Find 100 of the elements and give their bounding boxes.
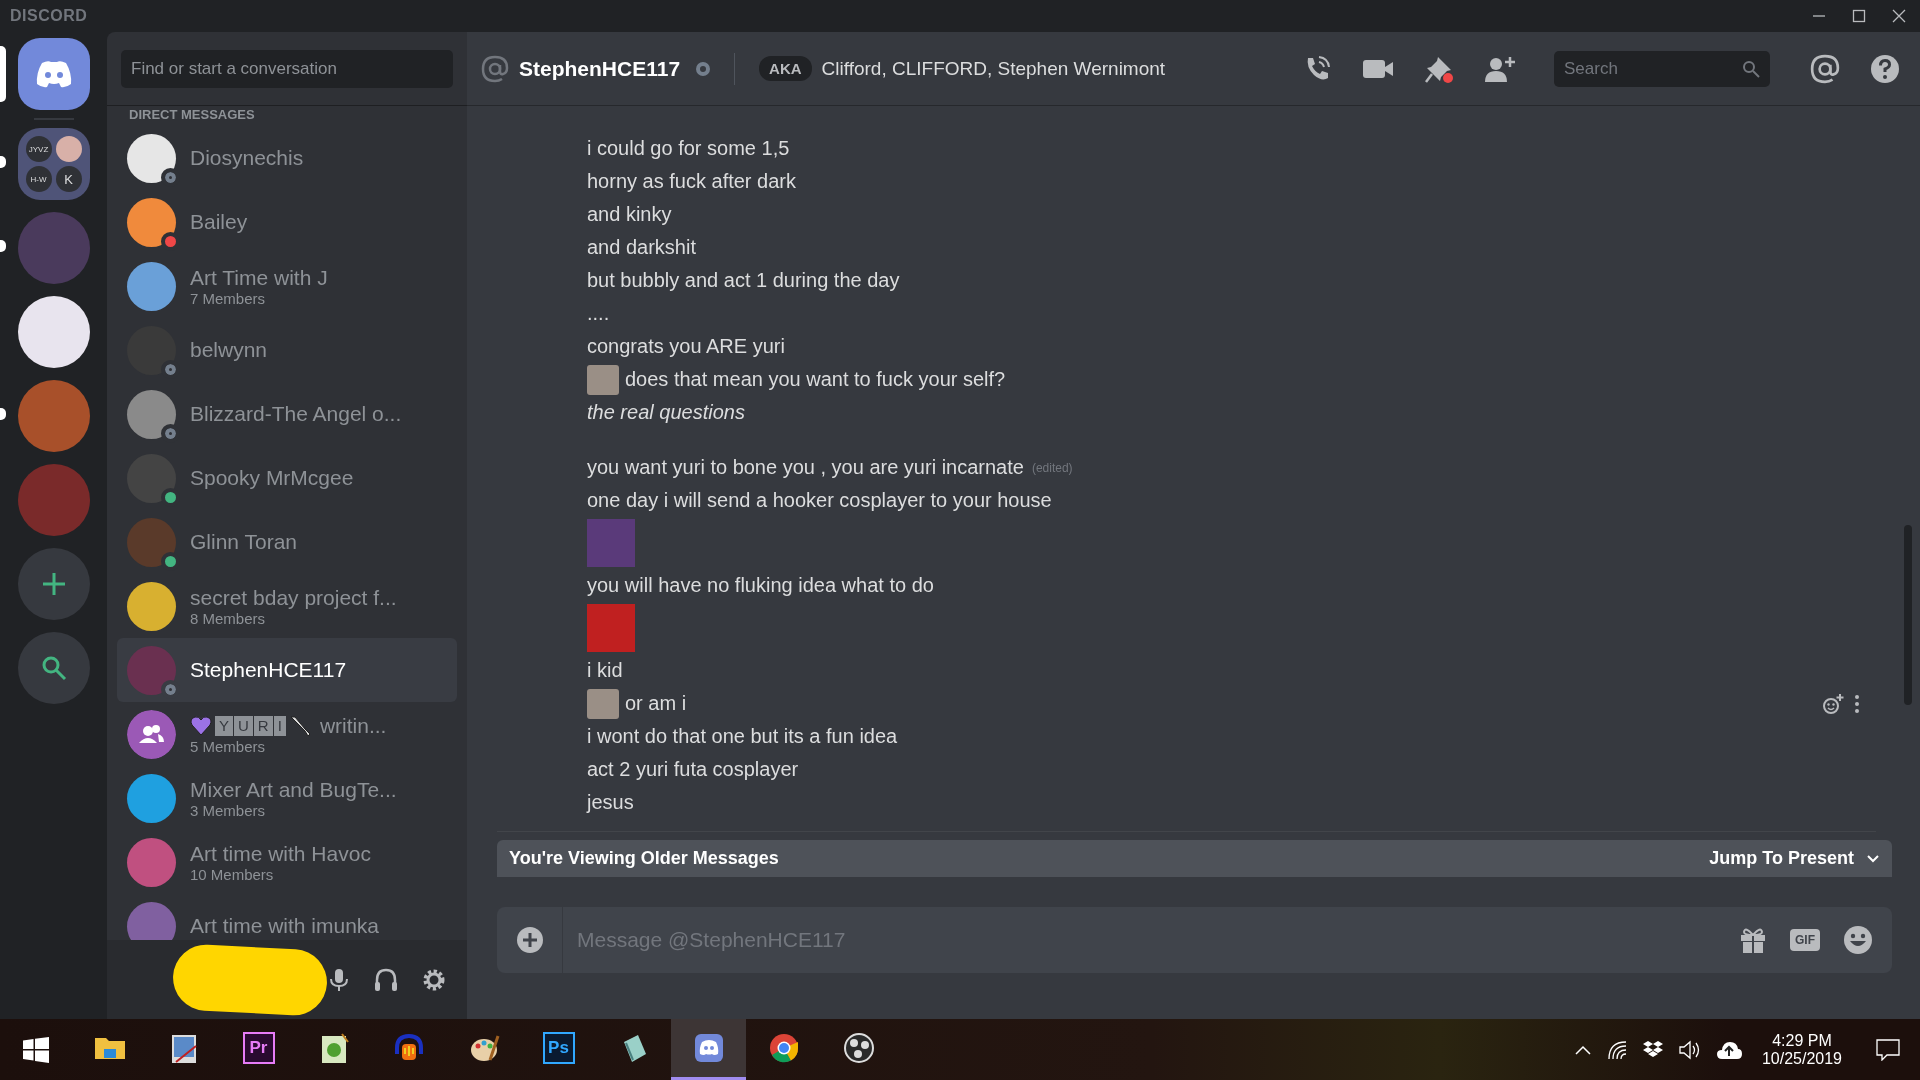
conversation-name: Glinn Toran (190, 530, 297, 554)
search-field[interactable]: Find or start a conversation (121, 49, 453, 88)
letter-tile: R (253, 715, 273, 736)
channel-title: StephenHCE117 (519, 56, 681, 81)
taskbar-app-button[interactable]: Pr (221, 1019, 296, 1080)
avatar-placeholder (127, 197, 176, 247)
message-text: congrats you ARE yuri (587, 335, 785, 358)
message-text: you will have no fluking idea what to do (587, 574, 934, 597)
app-badge: Pr (242, 1032, 275, 1064)
message-text: i wont do that one but its a fun idea (587, 725, 898, 748)
clock-date[interactable]: 10/25/2019 (1761, 1049, 1842, 1068)
avatar-placeholder (127, 453, 176, 503)
search-field[interactable]: Search (1554, 50, 1770, 87)
conversation-name: Art time with Havoc (190, 841, 371, 866)
notification-icon[interactable] (1876, 1038, 1900, 1061)
speaker-icon[interactable] (1677, 1038, 1702, 1061)
box-stack-icon[interactable] (1641, 1039, 1664, 1060)
more-options-icon[interactable] (1854, 693, 1860, 714)
conversation-item[interactable]: Diosynechis (117, 126, 457, 190)
avatar-placeholder (127, 837, 176, 887)
people-icon (127, 709, 176, 759)
message-text: the real questions (587, 401, 745, 424)
conversation-name: Spooky MrMcgee (190, 466, 354, 490)
conversation-name: Blizzard-The Angel o... (190, 402, 402, 426)
chrome-style-circle-icon (767, 1032, 800, 1064)
conversation-item[interactable]: secret bday project f... 8 Members (117, 574, 457, 638)
conversation-name: secret bday project f... (190, 585, 397, 610)
plus-circle-icon[interactable] (514, 925, 545, 955)
server-icon-placeholder (55, 136, 82, 162)
image-placeholder (587, 604, 635, 652)
clock-time[interactable]: 4:29 PM (1772, 1031, 1832, 1050)
conversation-item[interactable]: StephenHCE117 (117, 638, 457, 702)
message-text: one day i will send a hooker cosplayer to your house (587, 489, 1052, 512)
heart-icon (190, 715, 212, 736)
conversation-item[interactable]: Glinn Toran (117, 510, 457, 574)
wifi-icon[interactable] (1605, 1038, 1628, 1061)
avatar-placeholder (127, 645, 176, 695)
edited-label: (edited) (1031, 460, 1073, 475)
knife-icon (288, 714, 311, 737)
server-initials: JYVZ (25, 136, 52, 162)
cloud-upload-icon[interactable] (1715, 1039, 1742, 1060)
at-sign-icon[interactable] (1810, 53, 1840, 84)
avatar-placeholder (127, 133, 176, 183)
message-text: i kid (587, 659, 623, 682)
avatar-placeholder (127, 517, 176, 567)
conversation-item[interactable]: Art Time with J 7 Members (117, 254, 457, 318)
conversation-name: StephenHCE117 (190, 658, 347, 682)
message-text: .... (587, 302, 610, 325)
conversation-item[interactable]: Bailey (117, 190, 457, 254)
section-title: DIRECT MESSAGES (128, 107, 256, 124)
letter-tile: Y (215, 715, 233, 736)
message-text: act 2 yuri futa cosplayer (587, 758, 799, 781)
app-badge: Ps (542, 1032, 575, 1064)
letter-tile: U (234, 715, 253, 736)
conversation-name: Diosynechis (190, 146, 304, 170)
conversation-item[interactable]: Spooky MrMcgee (117, 446, 457, 510)
search-icon (1742, 59, 1760, 78)
message-text: and darkshit (587, 236, 696, 259)
controller-logo-icon (692, 1032, 725, 1064)
scrollbar-thumb[interactable] (1904, 525, 1912, 705)
close-icon[interactable] (1892, 9, 1906, 23)
avatar-placeholder (127, 325, 176, 375)
conversation-item[interactable]: belwynn (117, 318, 457, 382)
member-count: 10 Members (190, 865, 275, 883)
headphones-icon[interactable] (373, 966, 399, 993)
avatar-placeholder (127, 389, 176, 439)
message-text: jesus (587, 791, 634, 814)
member-count: 3 Members (190, 801, 267, 819)
help-icon[interactable] (1870, 53, 1900, 84)
gif-button[interactable]: GIF (1790, 929, 1820, 951)
windows-logo-icon[interactable] (23, 1036, 49, 1063)
message-text: horny as fuck after dark (587, 170, 796, 193)
taskbar-app-button[interactable]: Ps (521, 1019, 596, 1080)
maximize-icon[interactable] (1852, 9, 1866, 23)
conversation-item[interactable]: Blizzard-The Angel o... (117, 382, 457, 446)
conversation-item[interactable]: Mixer Art and BugTe... 3 Members (117, 766, 457, 830)
conversation-name: Art time with imunka (190, 914, 380, 938)
server-folder[interactable]: JYVZ H-W K (17, 128, 90, 200)
conversation-item[interactable]: Art time with Havoc 10 Members (117, 830, 457, 894)
older-messages-label: You're Viewing Older Messages (509, 848, 779, 869)
image-placeholder (587, 519, 635, 567)
taskbar-app-button[interactable] (671, 1019, 746, 1080)
conversation-item[interactable]: Y U R I writin... 5 Members (117, 702, 457, 766)
avatar-placeholder (127, 581, 176, 631)
member-count: 5 Members (190, 737, 267, 755)
chevron-down-icon (1866, 853, 1880, 864)
microphone-icon[interactable] (327, 966, 351, 993)
message-text: but bubbly and act 1 during the day (587, 269, 900, 292)
member-count: 7 Members (190, 289, 267, 307)
nickname-list: Clifford, CLIFFORD, Stephen Wernimont (821, 57, 1166, 80)
chevron-up-icon[interactable] (1573, 1043, 1592, 1056)
emoji-icon[interactable] (1842, 924, 1874, 956)
server-initials: H-W (25, 166, 52, 192)
avatar-placeholder (127, 261, 176, 311)
message-text: you want yuri to bone you , you are yuri incarnate (587, 456, 1024, 479)
conversation-name: Bailey (190, 210, 248, 234)
home-button[interactable] (17, 38, 90, 110)
avatar-placeholder (127, 901, 176, 940)
add-reaction-icon[interactable] (1822, 692, 1844, 715)
jump-to-present-button[interactable]: Jump To Present (1709, 848, 1880, 869)
